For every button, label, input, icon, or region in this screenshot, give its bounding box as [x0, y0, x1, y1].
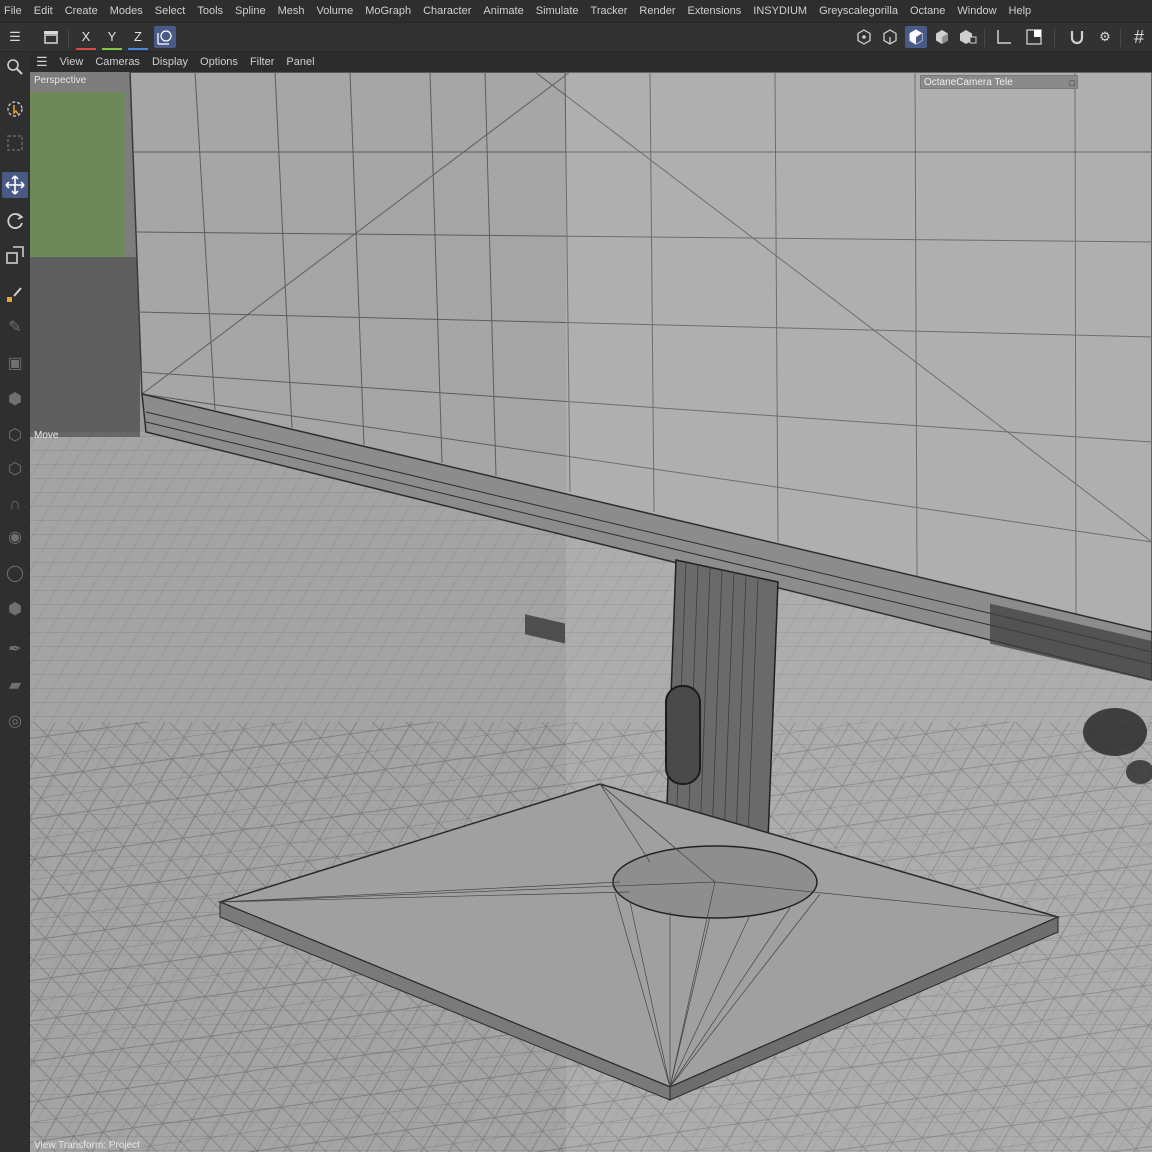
live-selection-icon[interactable] — [2, 96, 28, 122]
solo-mode-icon[interactable] — [1023, 26, 1045, 48]
menu-tracker[interactable]: Tracker — [585, 0, 634, 22]
axis-y-toggle[interactable]: Y — [102, 26, 122, 50]
undo-history-icon[interactable] — [40, 26, 62, 48]
menu-modes[interactable]: Modes — [104, 0, 149, 22]
ground-detail-patch — [1083, 708, 1147, 756]
tool-palette: ✎ ▣ ⬢ ⬡ ⬡ ∩ ◉ ◯ ⬢ ✒ ▰ ◎ — [0, 52, 31, 1152]
toolbar-divider — [1120, 29, 1121, 47]
camera-label-text: OctaneCamera Tele — [924, 77, 1013, 88]
menu-create[interactable]: Create — [59, 0, 104, 22]
uv-mode-icon[interactable] — [957, 26, 979, 48]
menu-edit[interactable]: Edit — [28, 0, 59, 22]
light-icon[interactable]: ◯ — [2, 560, 28, 586]
scene-tool-icon[interactable]: ▰ — [2, 672, 28, 698]
axis-z-toggle[interactable]: Z — [128, 26, 148, 50]
viewport-menu-display[interactable]: Display — [146, 56, 194, 68]
cube-wire-icon[interactable]: ⬡ — [2, 456, 28, 482]
menu-spline[interactable]: Spline — [229, 0, 272, 22]
menu-extensions[interactable]: Extensions — [681, 0, 747, 22]
paint-tool-icon[interactable]: ✎ — [2, 314, 28, 340]
viewport-scene — [30, 72, 1152, 1152]
menu-window[interactable]: Window — [951, 0, 1002, 22]
grass-patch — [30, 92, 125, 257]
menu-mesh[interactable]: Mesh — [272, 0, 311, 22]
cable-hole — [665, 685, 701, 785]
camera-icon[interactable]: ◉ — [2, 524, 28, 550]
viewport-view-label: Perspective — [34, 75, 87, 86]
model-mode-icon[interactable] — [931, 26, 953, 48]
menu-tools[interactable]: Tools — [191, 0, 229, 22]
main-toolbar: ☰ X Y Z ⚙ # — [0, 22, 1152, 52]
points-mode-icon[interactable] — [853, 26, 875, 48]
background-floor — [30, 257, 140, 437]
viewport-menu-options[interactable]: Options — [194, 56, 244, 68]
polygons-mode-icon[interactable] — [905, 26, 927, 48]
pen-tool-icon[interactable]: ✒ — [2, 636, 28, 662]
cube-icon[interactable]: ⬢ — [2, 386, 28, 412]
render-region-icon[interactable]: ◎ — [2, 708, 28, 734]
menu-volume[interactable]: Volume — [311, 0, 360, 22]
menu-insydium[interactable]: INSYDIUM — [747, 0, 813, 22]
object-tool-icon[interactable]: ▣ — [2, 350, 28, 376]
sidebar-toggle-icon[interactable]: ☰ — [4, 26, 26, 48]
bend-deformer-icon[interactable]: ∩ — [2, 492, 28, 518]
toolbar-divider — [984, 29, 985, 47]
viewport-menu: ☰ View Cameras Display Options Filter Pa… — [30, 52, 1152, 72]
menu-greyscalegorilla[interactable]: Greyscalegorilla — [813, 0, 904, 22]
move-tool-icon[interactable] — [2, 172, 28, 198]
box-selection-icon[interactable] — [2, 130, 28, 156]
snap-settings-icon[interactable]: ⚙ — [1094, 26, 1116, 48]
menu-select[interactable]: Select — [149, 0, 192, 22]
viewport-menu-panel[interactable]: Panel — [280, 56, 320, 68]
edges-mode-icon[interactable] — [879, 26, 901, 48]
menu-octane[interactable]: Octane — [904, 0, 951, 22]
menu-character[interactable]: Character — [417, 0, 477, 22]
search-icon[interactable] — [2, 54, 28, 80]
axis-mode-icon[interactable] — [993, 26, 1015, 48]
viewport-menu-view[interactable]: View — [54, 56, 90, 68]
toolbar-divider — [68, 29, 69, 47]
menu-file[interactable]: File — [0, 0, 28, 22]
cube-outline-icon[interactable]: ⬡ — [2, 422, 28, 448]
menu-help[interactable]: Help — [1003, 0, 1038, 22]
viewport-menu-cameras[interactable]: Cameras — [89, 56, 146, 68]
camera-label[interactable]: OctaneCamera Tele □ — [920, 75, 1078, 89]
menu-mograph[interactable]: MoGraph — [359, 0, 417, 22]
workplane-grid-icon[interactable]: # — [1128, 26, 1150, 48]
snap-magnet-icon[interactable] — [1066, 26, 1088, 48]
brush-tool-icon[interactable] — [2, 282, 28, 308]
camera-options-icon[interactable]: □ — [1070, 76, 1075, 90]
menu-bar: File Edit Create Modes Select Tools Spli… — [0, 0, 1152, 22]
scale-tool-icon[interactable] — [2, 242, 28, 268]
material-icon[interactable]: ⬢ — [2, 596, 28, 622]
menu-animate[interactable]: Animate — [477, 0, 529, 22]
3d-viewport[interactable]: Perspective Move View Transform: Project… — [30, 72, 1152, 1152]
viewport-panel-toggle-icon[interactable]: ☰ — [30, 54, 54, 70]
rotate-tool-icon[interactable] — [2, 208, 28, 234]
menu-simulate[interactable]: Simulate — [530, 0, 585, 22]
active-tool-label: Move — [34, 430, 59, 441]
status-label: View Transform: Project — [34, 1140, 140, 1151]
viewport-menu-filter[interactable]: Filter — [244, 56, 280, 68]
axis-x-toggle[interactable]: X — [76, 26, 96, 50]
toolbar-divider — [1054, 29, 1055, 47]
coordinate-system-icon[interactable] — [154, 26, 176, 48]
menu-render[interactable]: Render — [633, 0, 681, 22]
